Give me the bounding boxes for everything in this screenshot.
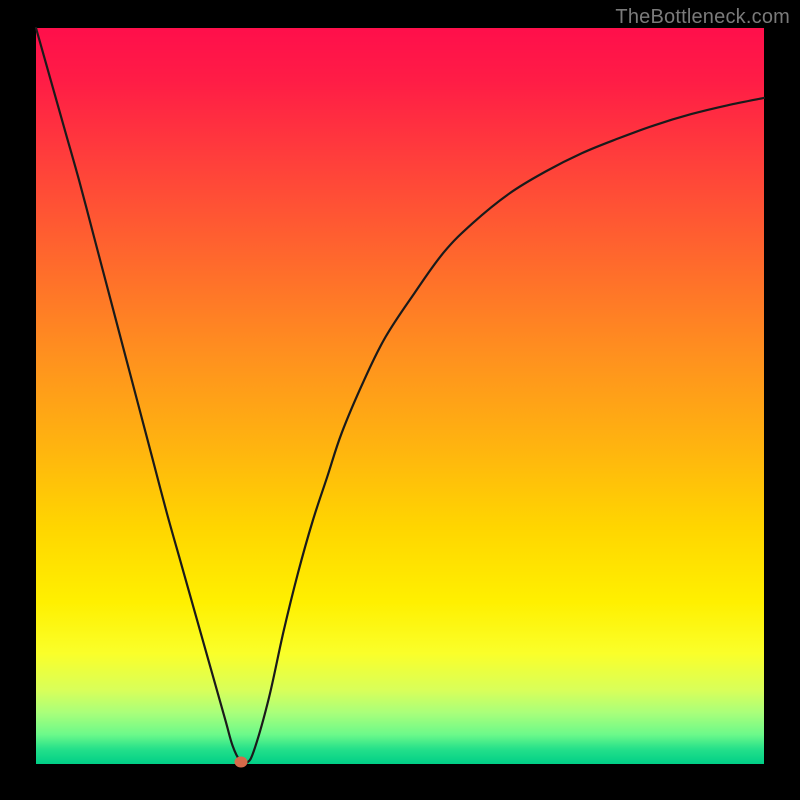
plot-area — [36, 28, 764, 764]
bottleneck-curve — [36, 28, 764, 764]
chart-frame: TheBottleneck.com — [0, 0, 800, 800]
minimum-marker — [235, 756, 248, 767]
watermark-text: TheBottleneck.com — [615, 6, 790, 29]
